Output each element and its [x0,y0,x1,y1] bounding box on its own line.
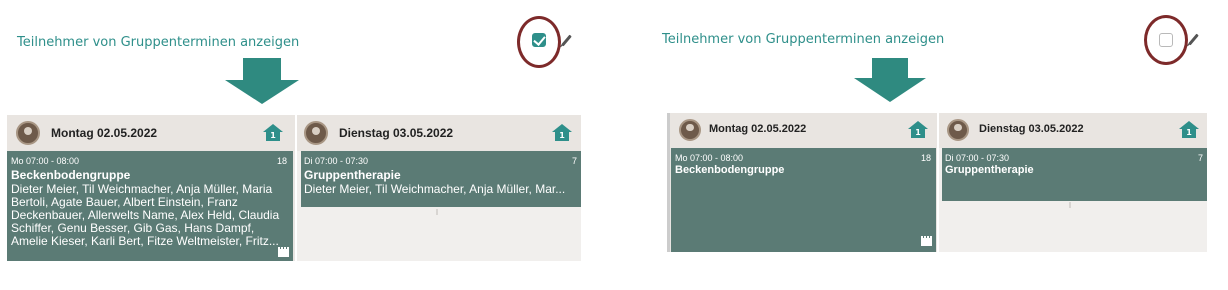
appointment-time: Di 07:00 - 07:30 [304,156,369,166]
appointment-count: 18 [276,156,287,166]
appointment-card[interactable]: Di 07:00 - 07:30 7 Gruppentherapie [942,148,1207,201]
appointment-count: 7 [1197,153,1203,163]
film-icon [921,236,932,246]
avatar-icon [304,121,328,145]
toggle-label: Teilnehmer von Gruppenterminen anzeigen [17,35,300,50]
panel-participants-hidden: Teilnehmer von Gruppenterminen anzeigen … [614,0,1228,290]
appointment-card[interactable]: Mo 07:00 - 08:00 18 Beckenbodengruppe Di… [7,151,293,261]
toggle-label: Teilnehmer von Gruppenterminen anzeigen [662,32,945,47]
day-header: Dienstag 03.05.2022 1 [297,115,581,150]
appointment-title: Beckenbodengruppe [11,168,131,182]
avatar-icon [679,119,701,141]
day-header: Montag 02.05.2022 1 [670,113,937,147]
home-icon[interactable]: 1 [263,124,283,142]
day-column-tuesday: Dienstag 03.05.2022 1 Di 07:00 - 07:30 7… [297,115,581,261]
day-column-monday: Montag 02.05.2022 1 Mo 07:00 - 08:00 18 … [667,113,937,252]
appointment-time: Mo 07:00 - 08:00 [11,156,80,166]
resize-handle[interactable] [1069,202,1071,208]
appointment-title: Gruppentherapie [945,164,1034,176]
day-title: Montag 02.05.2022 [51,126,158,140]
appointment-title: Beckenbodengruppe [675,164,785,176]
appointment-time: Mo 07:00 - 08:00 [675,153,744,163]
home-icon[interactable]: 1 [1179,121,1199,139]
appointment-participants: Dieter Meier, Til Weichmacher, Anja Müll… [304,183,566,196]
home-icon[interactable]: 1 [908,121,928,139]
home-icon[interactable]: 1 [552,124,572,142]
day-column-tuesday: Dienstag 03.05.2022 1 Di 07:00 - 07:30 7… [939,113,1207,252]
avatar-icon [947,119,969,141]
appointment-time: Di 07:00 - 07:30 [945,153,1010,163]
day-header: Montag 02.05.2022 1 [7,115,295,150]
appointment-title: Gruppentherapie [304,168,401,182]
show-participants-checkbox[interactable] [532,33,546,47]
pencil-icon[interactable] [561,34,572,47]
resize-handle[interactable] [436,209,438,215]
day-title: Dienstag 03.05.2022 [979,123,1084,135]
appointment-count: 18 [920,153,931,163]
show-participants-checkbox[interactable] [1159,33,1173,47]
checkmark-icon [533,33,546,46]
avatar-icon [16,121,40,145]
appointment-count: 7 [571,156,577,166]
appointment-participants: Dieter Meier, Til Weichmacher, Anja Müll… [11,182,280,248]
day-header: Dienstag 03.05.2022 1 [939,113,1207,147]
day-title: Dienstag 03.05.2022 [339,126,454,140]
day-column-monday: Montag 02.05.2022 1 Mo 07:00 - 08:00 18 … [7,115,295,261]
pencil-icon[interactable] [1188,33,1199,46]
day-title: Montag 02.05.2022 [709,123,807,135]
panel-participants-shown: Teilnehmer von Gruppenterminen anzeigen … [0,0,614,290]
film-icon [278,247,289,257]
appointment-card[interactable]: Mo 07:00 - 08:00 18 Beckenbodengruppe [671,148,936,252]
appointment-card[interactable]: Di 07:00 - 07:30 7 Gruppentherapie Diete… [301,151,581,207]
